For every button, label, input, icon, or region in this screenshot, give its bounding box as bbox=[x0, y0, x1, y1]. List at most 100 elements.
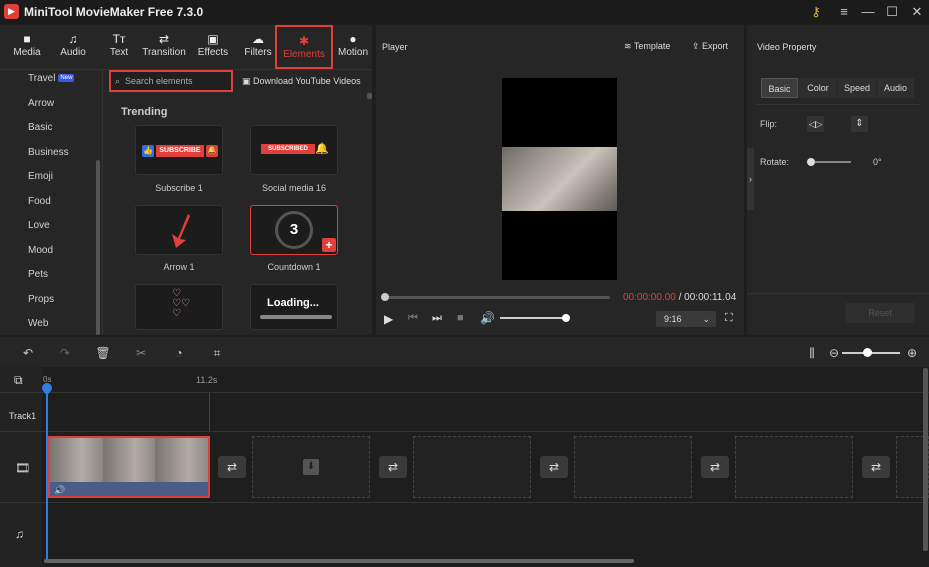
thumbs-up-icon: 👍 bbox=[142, 145, 154, 157]
flip-vertical-icon[interactable]: ⇕ bbox=[851, 116, 868, 132]
play-icon[interactable]: ▶ bbox=[384, 312, 393, 326]
empty-clip-slot[interactable] bbox=[735, 436, 853, 498]
minimize-button[interactable]: — bbox=[856, 2, 880, 22]
volume-icon[interactable]: 🔊 bbox=[480, 311, 495, 325]
category-arrow[interactable]: Arrow bbox=[28, 98, 54, 109]
playhead[interactable] bbox=[46, 383, 48, 559]
tab-filters[interactable]: ☁ Filters bbox=[238, 25, 278, 69]
trending-heading: Trending bbox=[121, 106, 168, 118]
tab-motion[interactable]: ● Motion bbox=[334, 25, 372, 69]
subscribe-graphic: SUBSCRIBE bbox=[156, 145, 204, 157]
tab-speed[interactable]: Speed bbox=[838, 78, 876, 98]
layers-icon: ≋ bbox=[624, 41, 634, 51]
element-card-countdown-1[interactable]: 3 + bbox=[250, 205, 338, 255]
add-icon[interactable]: + bbox=[322, 238, 336, 252]
collapse-panel-toggle[interactable]: › bbox=[747, 148, 754, 210]
delete-icon[interactable]: 🗑 bbox=[95, 345, 111, 361]
export-label: Export bbox=[702, 41, 729, 51]
music-track-icon: ♫ bbox=[15, 527, 24, 541]
reset-button[interactable]: Reset bbox=[845, 303, 915, 323]
redo-icon[interactable]: ↷ bbox=[57, 345, 73, 361]
category-web[interactable]: Web bbox=[28, 318, 48, 329]
category-business[interactable]: Business bbox=[28, 147, 69, 158]
element-card-loading[interactable]: Loading... bbox=[250, 284, 338, 330]
timeline-vertical-scrollbar[interactable] bbox=[923, 368, 928, 551]
transition-slot-icon[interactable]: ⇄ bbox=[701, 456, 729, 478]
transition-slot-icon[interactable]: ⇄ bbox=[862, 456, 890, 478]
volume-slider[interactable] bbox=[500, 317, 566, 319]
search-input[interactable]: ⌕ Search elements bbox=[109, 70, 233, 92]
flip-horizontal-icon[interactable]: ◁▷ bbox=[807, 116, 824, 132]
category-love[interactable]: Love bbox=[28, 220, 50, 231]
video-clip[interactable]: 🔊 bbox=[48, 436, 210, 498]
category-scrollbar[interactable] bbox=[96, 160, 100, 335]
download-youtube-link[interactable]: ▣ Download YouTube Videos bbox=[242, 76, 361, 87]
tab-audio-property[interactable]: Audio bbox=[877, 78, 914, 98]
rotate-label: Rotate: bbox=[760, 157, 790, 167]
previous-frame-icon[interactable]: ⏮ bbox=[408, 312, 418, 325]
add-track-icon[interactable]: ⧉ bbox=[14, 373, 23, 388]
category-pets[interactable]: Pets bbox=[28, 269, 48, 280]
tab-media[interactable]: ■ Media bbox=[6, 25, 48, 69]
import-icon: ⬇ bbox=[303, 459, 319, 475]
filters-icon: ☁ bbox=[252, 32, 264, 46]
tab-audio[interactable]: ♫ Audio bbox=[52, 25, 94, 69]
rotate-slider[interactable] bbox=[811, 161, 851, 163]
export-button[interactable]: ⇪ Export bbox=[692, 41, 728, 52]
seek-bar[interactable] bbox=[384, 296, 610, 299]
video-track-icon: 🎞 bbox=[15, 461, 31, 475]
crop-icon[interactable]: ⌗ bbox=[209, 345, 225, 361]
empty-clip-slot[interactable] bbox=[413, 436, 531, 498]
transition-slot-icon[interactable]: ⇄ bbox=[379, 456, 407, 478]
folder-icon: ■ bbox=[23, 32, 31, 46]
stop-icon[interactable]: ■ bbox=[457, 312, 464, 324]
property-title: Video Property bbox=[757, 42, 817, 52]
zoom-in-icon[interactable]: ⊕ bbox=[904, 345, 920, 361]
menu-icon[interactable]: ≡ bbox=[832, 2, 856, 22]
element-card-social-media-16[interactable]: SUBSCRIBED 🔔 bbox=[250, 125, 338, 175]
fullscreen-icon[interactable]: ⛶ bbox=[725, 312, 733, 325]
volume-handle[interactable] bbox=[562, 314, 570, 322]
category-mood[interactable]: Mood bbox=[28, 245, 53, 256]
tab-text-label: Text bbox=[109, 47, 129, 58]
element-card-subscribe-1[interactable]: 👍 SUBSCRIBE 🔔 bbox=[135, 125, 223, 175]
fit-timeline-icon[interactable]: ⫼ bbox=[804, 345, 820, 361]
category-props[interactable]: Props bbox=[28, 294, 54, 305]
speed-icon[interactable]: ◔ bbox=[171, 345, 187, 361]
transition-slot-icon[interactable]: ⇄ bbox=[218, 456, 246, 478]
tab-elements-label: Elements bbox=[283, 49, 325, 60]
tab-effects[interactable]: ▣ Effects bbox=[192, 25, 234, 69]
rotate-handle[interactable] bbox=[807, 158, 815, 166]
maximize-button[interactable]: ☐ bbox=[880, 2, 904, 22]
flip-label: Flip: bbox=[760, 119, 778, 129]
next-frame-icon[interactable]: ⏭ bbox=[432, 312, 442, 325]
tab-color[interactable]: Color bbox=[799, 78, 837, 98]
timeline-horizontal-scrollbar[interactable] bbox=[44, 559, 634, 563]
zoom-out-icon[interactable]: ⊖ bbox=[826, 345, 842, 361]
empty-clip-slot[interactable] bbox=[574, 436, 692, 498]
cat-video-frame bbox=[502, 147, 617, 211]
category-food[interactable]: Food bbox=[28, 196, 51, 207]
ruler-mark: 11.2s bbox=[196, 375, 218, 385]
element-card-hearts[interactable]: ♡ ♡♡ ♡ bbox=[135, 284, 223, 330]
split-icon[interactable]: ✂ bbox=[133, 345, 149, 361]
zoom-handle[interactable] bbox=[863, 348, 872, 357]
tab-transition[interactable]: ⇄ Transition bbox=[140, 25, 188, 69]
element-card-arrow-1[interactable] bbox=[135, 205, 223, 255]
close-button[interactable]: ✕ bbox=[905, 2, 929, 22]
content-scrollbar[interactable] bbox=[367, 93, 372, 99]
tab-basic[interactable]: Basic bbox=[761, 78, 798, 98]
category-basic[interactable]: Basic bbox=[28, 122, 52, 133]
undo-icon[interactable]: ↶ bbox=[20, 345, 36, 361]
template-button[interactable]: ≋ Template bbox=[624, 41, 670, 52]
category-emoji[interactable]: Emoji bbox=[28, 171, 53, 182]
transition-slot-icon[interactable]: ⇄ bbox=[540, 456, 568, 478]
seek-handle[interactable] bbox=[381, 293, 389, 301]
key-icon[interactable]: ⚷ bbox=[804, 2, 828, 22]
tab-elements[interactable]: ✱ Elements bbox=[275, 25, 333, 69]
empty-clip-slot[interactable]: ⬇ bbox=[252, 436, 370, 498]
category-travel[interactable]: Travel New bbox=[28, 73, 75, 84]
search-placeholder: Search elements bbox=[125, 76, 193, 86]
tab-text[interactable]: Tт Text bbox=[98, 25, 140, 69]
aspect-ratio-select[interactable]: 9:16 ⌄ bbox=[656, 311, 716, 327]
